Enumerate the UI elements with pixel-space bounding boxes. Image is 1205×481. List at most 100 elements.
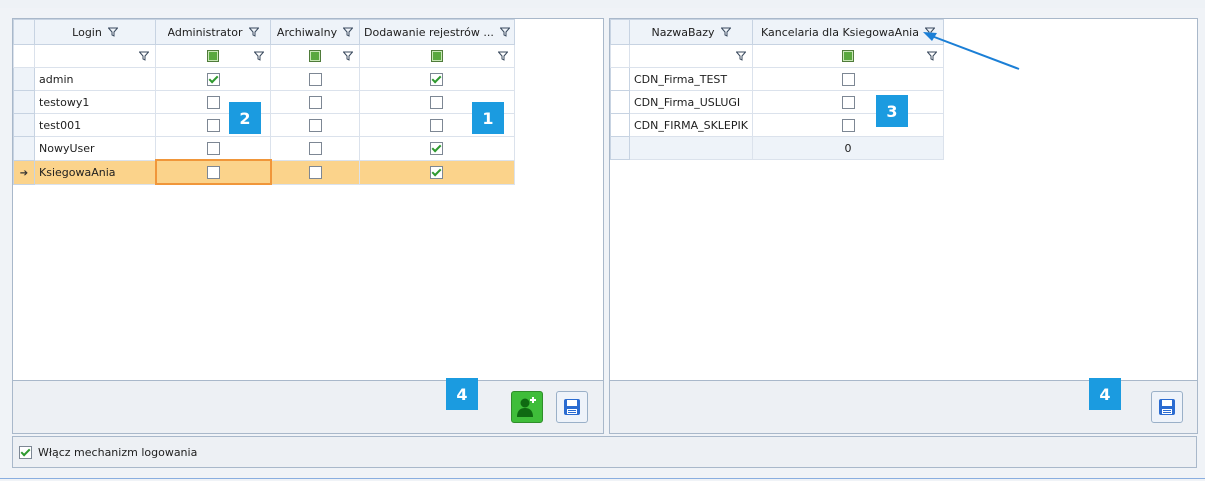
- filter-indicator-cell: [13, 44, 35, 68]
- kancelaria-checkbox[interactable]: [841, 118, 855, 132]
- column-header-administrator[interactable]: Administrator: [155, 19, 271, 45]
- filter-checkbox-archiwalny[interactable]: [309, 50, 321, 62]
- user-administrator-cell[interactable]: [155, 136, 271, 161]
- save-button-right[interactable]: [1151, 391, 1183, 423]
- header-indicator-cell: [610, 19, 630, 45]
- archiwalny-checkbox[interactable]: [308, 95, 322, 109]
- funnel-icon[interactable]: [343, 27, 354, 37]
- user-archiwalny-cell[interactable]: [270, 113, 360, 137]
- user-dodawanie-cell[interactable]: [359, 136, 515, 161]
- save-button-left[interactable]: [556, 391, 588, 423]
- row-indicator-cell: [13, 136, 35, 161]
- top-strip: [0, 0, 1205, 8]
- database-name-cell[interactable]: CDN_FIRMA_SKLEPIK: [629, 113, 753, 137]
- column-header-dodawanie[interactable]: Dodawanie rejestrów ...: [359, 19, 515, 45]
- funnel-icon[interactable]: [254, 51, 264, 61]
- kancelaria-checkbox[interactable]: [841, 72, 855, 86]
- filter-checkbox-dodawanie[interactable]: [430, 50, 443, 62]
- kancelaria-cell[interactable]: [752, 113, 944, 137]
- user-login-cell[interactable]: test001: [34, 113, 156, 137]
- summary-count: 0: [752, 136, 944, 160]
- dodawanie-checkbox[interactable]: [430, 142, 444, 155]
- dodawanie-checkbox[interactable]: [430, 95, 444, 109]
- administrator-checkbox[interactable]: [206, 141, 220, 155]
- pointer-arrow: [923, 32, 1020, 70]
- user-login-cell[interactable]: admin: [34, 67, 156, 91]
- funnel-icon[interactable]: [720, 27, 731, 37]
- logging-checkbox[interactable]: [19, 445, 32, 459]
- user-administrator-cell[interactable]: [154, 159, 272, 185]
- database-row[interactable]: CDN_Firma_TEST: [610, 67, 944, 91]
- archiwalny-checkbox[interactable]: [308, 165, 322, 179]
- filter-checkbox-administrator[interactable]: [207, 50, 219, 62]
- funnel-icon[interactable]: [139, 51, 149, 61]
- dodawanie-checkbox[interactable]: [430, 165, 444, 179]
- funnel-icon[interactable]: [107, 27, 118, 37]
- floppy-disk-icon: [564, 399, 580, 415]
- column-header-nazwa-bazy-label: NazwaBazy: [651, 25, 715, 39]
- user-login-cell[interactable]: KsiegowaAnia: [34, 159, 156, 185]
- user-administrator-cell[interactable]: [155, 67, 271, 91]
- user-row[interactable]: NowyUser: [13, 136, 515, 161]
- user-row[interactable]: testowy1: [13, 90, 515, 114]
- users-grid: Login Administrator Archiwalny Dodawanie…: [13, 19, 515, 185]
- user-row[interactable]: ➔ KsiegowaAnia: [13, 159, 515, 185]
- users-panel-footer: 4: [13, 378, 603, 433]
- row-indicator-cell: [610, 90, 630, 114]
- funnel-icon[interactable]: [499, 27, 510, 37]
- kancelaria-checkbox[interactable]: [841, 95, 855, 109]
- filter-checkbox-kancelaria[interactable]: [842, 50, 854, 62]
- bottom-divider: [0, 478, 1205, 479]
- databases-panel: NazwaBazy Kancelaria dla KsiegowaAnia CD…: [609, 18, 1198, 434]
- funnel-icon[interactable]: [343, 51, 353, 61]
- filter-cell-dodawanie[interactable]: [359, 44, 515, 68]
- column-header-nazwa-bazy[interactable]: NazwaBazy: [629, 19, 753, 45]
- archiwalny-checkbox[interactable]: [308, 118, 322, 132]
- logging-checkbox-label: Włącz mechanizm logowania: [38, 445, 198, 459]
- administrator-checkbox[interactable]: [206, 72, 220, 86]
- filter-cell-administrator[interactable]: [155, 44, 271, 68]
- database-name-cell[interactable]: CDN_Firma_TEST: [629, 67, 753, 91]
- column-header-archiwalny[interactable]: Archiwalny: [270, 19, 360, 45]
- user-archiwalny-cell[interactable]: [270, 159, 360, 185]
- user-archiwalny-cell[interactable]: [270, 136, 360, 161]
- filter-cell-login[interactable]: [34, 44, 156, 68]
- users-grid-header-row: Login Administrator Archiwalny Dodawanie…: [13, 19, 515, 45]
- user-dodawanie-cell[interactable]: [359, 67, 515, 91]
- filter-cell-nazwa-bazy[interactable]: [629, 44, 753, 68]
- kancelaria-cell[interactable]: [752, 90, 944, 114]
- database-name-cell[interactable]: CDN_Firma_USLUGI: [629, 90, 753, 114]
- archiwalny-checkbox[interactable]: [308, 72, 322, 86]
- badge-4-left: 4: [446, 378, 478, 410]
- funnel-icon[interactable]: [736, 51, 746, 61]
- user-archiwalny-cell[interactable]: [270, 90, 360, 114]
- administrator-checkbox[interactable]: [206, 118, 220, 132]
- databases-grid: NazwaBazy Kancelaria dla KsiegowaAnia CD…: [610, 19, 944, 160]
- funnel-icon[interactable]: [248, 27, 259, 37]
- user-login-cell[interactable]: testowy1: [34, 90, 156, 114]
- dodawanie-checkbox[interactable]: [430, 72, 444, 86]
- administrator-checkbox[interactable]: [206, 165, 220, 179]
- archiwalny-checkbox[interactable]: [308, 142, 322, 155]
- row-indicator-cell: [13, 67, 35, 91]
- databases-grid-header-row: NazwaBazy Kancelaria dla KsiegowaAnia: [610, 19, 944, 45]
- user-row[interactable]: test001: [13, 113, 515, 137]
- column-header-login[interactable]: Login: [34, 19, 156, 45]
- filter-cell-archiwalny[interactable]: [270, 44, 360, 68]
- user-login-cell[interactable]: NowyUser: [34, 136, 156, 161]
- column-header-login-label: Login: [72, 25, 102, 39]
- badge-2: 2: [229, 102, 261, 134]
- users-grid-filter-row: [13, 44, 515, 68]
- funnel-icon[interactable]: [497, 51, 508, 61]
- administrator-checkbox[interactable]: [206, 95, 220, 109]
- user-row[interactable]: admin: [13, 67, 515, 91]
- dodawanie-checkbox[interactable]: [430, 118, 444, 132]
- user-dodawanie-cell[interactable]: [359, 159, 515, 185]
- summary-indicator-cell: [610, 136, 630, 160]
- app-window: Login Administrator Archiwalny Dodawanie…: [0, 0, 1205, 481]
- summary-row: 0: [610, 136, 944, 160]
- row-indicator-cell: [13, 113, 35, 137]
- column-header-archiwalny-label: Archiwalny: [276, 25, 338, 39]
- add-user-button[interactable]: [511, 391, 543, 423]
- user-archiwalny-cell[interactable]: [270, 67, 360, 91]
